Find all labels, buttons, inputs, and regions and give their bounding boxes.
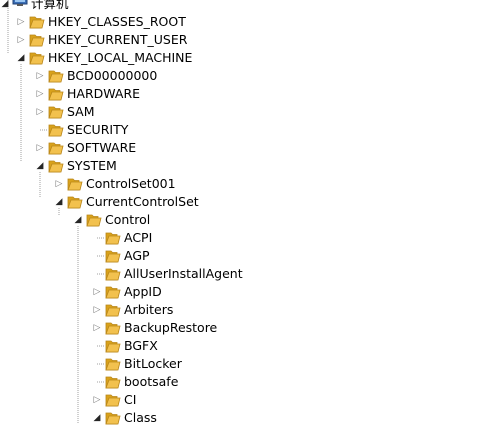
tree-node[interactable]: ▷ BCD00000000 xyxy=(0,67,470,85)
folder-icon xyxy=(105,376,121,389)
tree-node-label: BitLocker xyxy=(124,356,182,371)
tree-node-label: SECURITY xyxy=(67,122,129,137)
folder-icon xyxy=(67,196,83,209)
tree-node[interactable]: ◢ SYSTEM xyxy=(0,157,470,175)
tree-node-label: BGFX xyxy=(124,338,158,353)
tree-node-label: 计算机 xyxy=(31,0,69,11)
tree-node-label: HARDWARE xyxy=(67,86,141,101)
tree-node-label: AppID xyxy=(124,284,162,299)
folder-icon xyxy=(105,286,121,299)
folder-icon xyxy=(105,268,121,281)
folder-icon xyxy=(105,358,121,371)
tree-node-label: SOFTWARE xyxy=(67,140,137,155)
tree-node[interactable]: AllUserInstallAgent xyxy=(0,265,470,283)
tree-node[interactable]: ◢ HKEY_LOCAL_MACHINE xyxy=(0,49,470,67)
expander-expanded-icon[interactable]: ◢ xyxy=(35,157,45,175)
folder-icon xyxy=(29,16,45,29)
expander-expanded-icon[interactable]: ◢ xyxy=(54,193,64,211)
tree-node[interactable]: SECURITY xyxy=(0,121,470,139)
tree-node-label: CurrentControlSet xyxy=(86,194,199,209)
folder-icon xyxy=(29,34,45,47)
expander-collapsed-icon[interactable]: ▷ xyxy=(92,391,102,409)
tree-node-label: ACPI xyxy=(124,230,153,245)
folder-icon xyxy=(67,178,83,191)
tree-node-label: HKEY_CLASSES_ROOT xyxy=(48,14,186,29)
tree-node-label: Arbiters xyxy=(124,302,174,317)
expander-expanded-icon[interactable]: ◢ xyxy=(92,409,102,427)
expander-collapsed-icon[interactable]: ▷ xyxy=(35,103,45,121)
tree-node-computer[interactable]: ◢ 计算机 xyxy=(0,0,120,13)
tree-node-label: bootsafe xyxy=(124,374,179,389)
tree-node[interactable]: ▷ AppID xyxy=(0,283,470,301)
tree-node[interactable]: ▷ ControlSet001 xyxy=(0,175,470,193)
expander-collapsed-icon[interactable]: ▷ xyxy=(16,31,26,49)
tree-node-label: HKEY_CURRENT_USER xyxy=(48,32,188,47)
tree-node-label: SYSTEM xyxy=(67,158,117,173)
tree-node[interactable]: ▷ SOFTWARE xyxy=(0,139,470,157)
folder-icon xyxy=(105,304,121,317)
tree-node-label: Class xyxy=(124,410,157,425)
tree-node[interactable]: ◢ Class xyxy=(0,409,470,427)
tree-node[interactable]: ▷ BackupRestore xyxy=(0,319,470,337)
tree-node-label: Control xyxy=(105,212,151,227)
folder-icon xyxy=(105,232,121,245)
tree-node[interactable]: ▷ Arbiters xyxy=(0,301,470,319)
folder-icon xyxy=(48,142,64,155)
folder-icon xyxy=(105,412,121,425)
folder-icon xyxy=(48,88,64,101)
tree-node-label: SAM xyxy=(67,104,95,119)
tree-node-label: BCD00000000 xyxy=(67,68,158,83)
expander-collapsed-icon[interactable]: ▷ xyxy=(92,319,102,337)
tree-node[interactable]: ▷ HKEY_CURRENT_USER xyxy=(0,31,470,49)
folder-icon xyxy=(48,124,64,137)
tree-node[interactable]: ACPI xyxy=(0,229,470,247)
folder-icon xyxy=(29,52,45,65)
registry-tree: ◢ 计算机 ▷ HKEY_CLASSES_ROOT ▷ HKEY_CURRENT_US… xyxy=(0,0,481,427)
tree-node[interactable]: BitLocker xyxy=(0,355,470,373)
expander-collapsed-icon[interactable]: ▷ xyxy=(35,139,45,157)
folder-icon xyxy=(48,160,64,173)
tree-node-label: BackupRestore xyxy=(124,320,218,335)
folder-icon xyxy=(105,250,121,263)
expander-collapsed-icon[interactable]: ▷ xyxy=(35,85,45,103)
tree-node[interactable]: ▷ SAM xyxy=(0,103,470,121)
tree-node[interactable]: ▷ HKEY_CLASSES_ROOT xyxy=(0,13,470,31)
tree-node-label: HKEY_LOCAL_MACHINE xyxy=(48,50,193,65)
tree-node[interactable]: ◢ CurrentControlSet xyxy=(0,193,470,211)
tree-node-label: AGP xyxy=(124,248,150,263)
expander-collapsed-icon[interactable]: ▷ xyxy=(92,301,102,319)
folder-icon xyxy=(48,70,64,83)
tree-node[interactable]: ▷ HARDWARE xyxy=(0,85,470,103)
expander-collapsed-icon[interactable]: ▷ xyxy=(35,67,45,85)
tree-node[interactable]: BGFX xyxy=(0,337,470,355)
computer-icon xyxy=(12,0,28,6)
folder-icon xyxy=(105,394,121,407)
expander-expanded-icon[interactable]: ◢ xyxy=(16,49,26,67)
folder-icon xyxy=(48,106,64,119)
expander-expanded-icon[interactable]: ◢ xyxy=(73,211,83,229)
folder-icon xyxy=(105,322,121,335)
folder-icon xyxy=(86,214,102,227)
tree-node[interactable]: ▷ CI xyxy=(0,391,470,409)
tree-node[interactable]: AGP xyxy=(0,247,470,265)
tree-node[interactable]: bootsafe xyxy=(0,373,470,391)
tree-node-label: AllUserInstallAgent xyxy=(124,266,243,281)
expander-expanded-icon[interactable]: ◢ xyxy=(0,0,10,13)
expander-collapsed-icon[interactable]: ▷ xyxy=(92,283,102,301)
expander-collapsed-icon[interactable]: ▷ xyxy=(16,13,26,31)
tree-node-label: ControlSet001 xyxy=(86,176,176,191)
expander-collapsed-icon[interactable]: ▷ xyxy=(54,175,64,193)
folder-icon xyxy=(105,340,121,353)
tree-node[interactable]: ◢ Control xyxy=(0,211,470,229)
tree-node-label: CI xyxy=(124,392,137,407)
